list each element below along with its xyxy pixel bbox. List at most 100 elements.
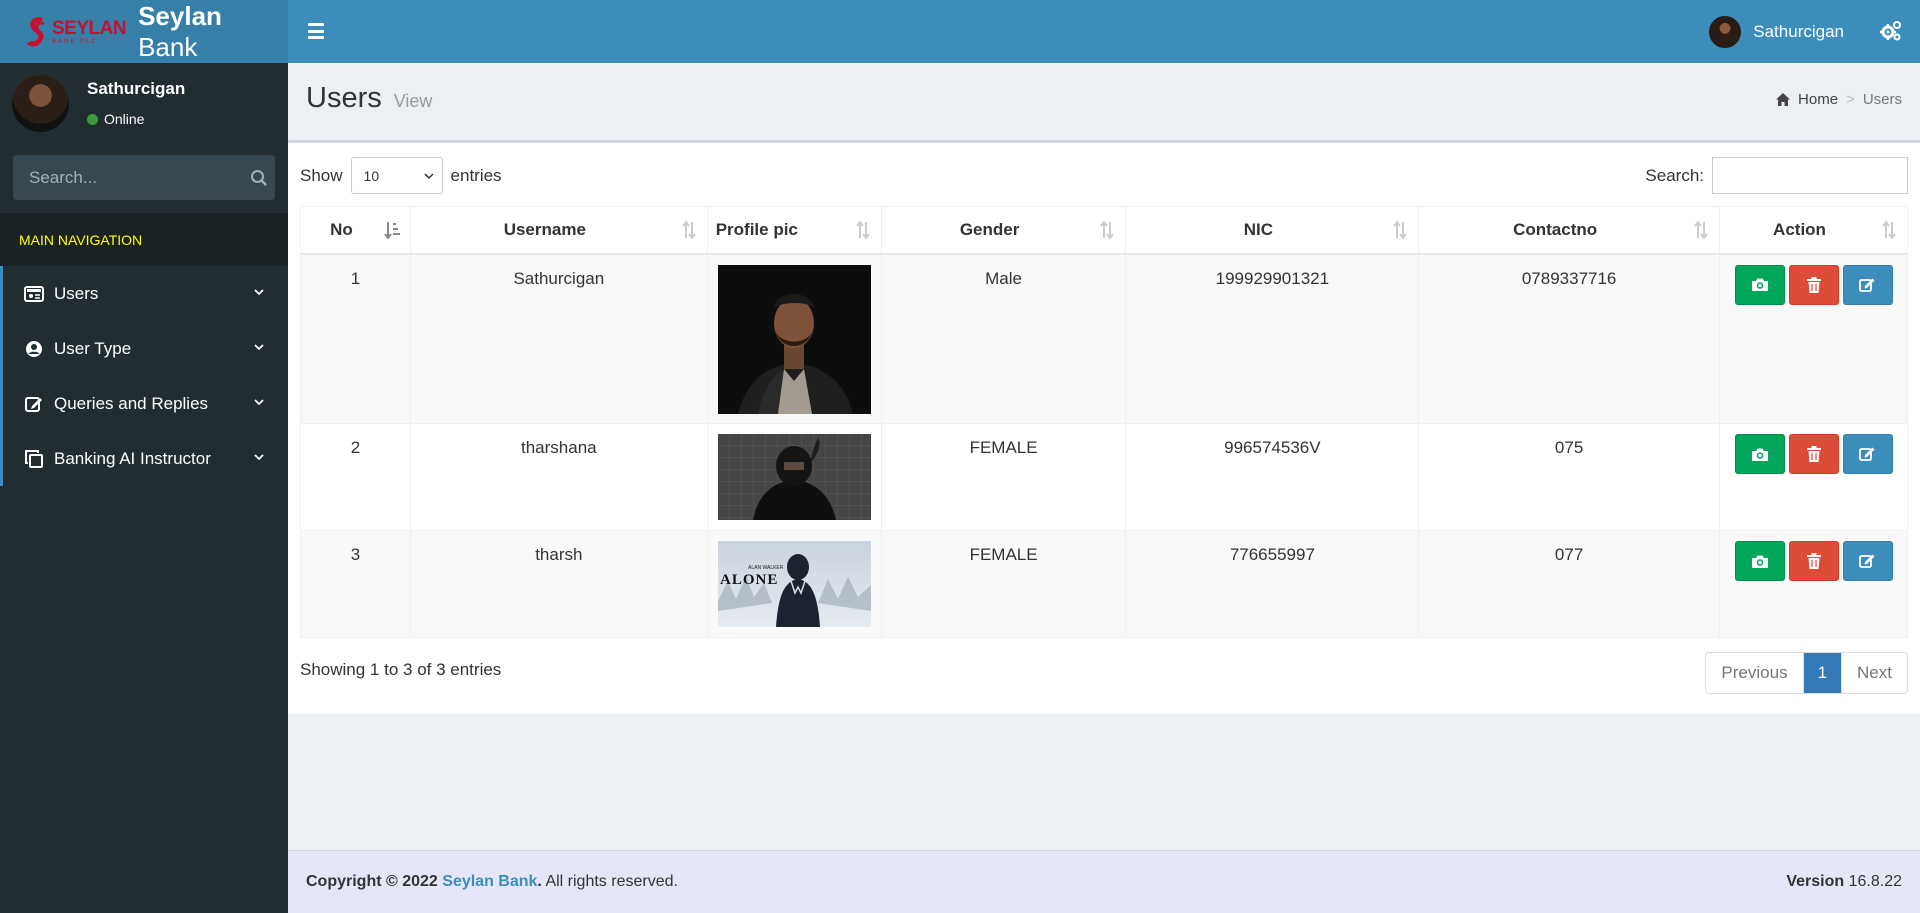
cell-profile-pic xyxy=(706,253,882,424)
column-header-nic[interactable]: NIC xyxy=(1125,206,1420,255)
upload-photo-button[interactable] xyxy=(1734,541,1785,581)
upload-photo-button[interactable] xyxy=(1734,264,1785,305)
table-row: 3 tharsh ALAN WALKER ALONE FEMALE 776655… xyxy=(300,530,1908,638)
cell-nic: 776655997 xyxy=(1125,530,1420,638)
sidebar-user-name: Sathurcigan xyxy=(87,79,186,98)
breadcrumb: Home > Users xyxy=(1776,91,1902,108)
user-menu-name: Sathurcigan xyxy=(1753,22,1844,41)
app-title: Seylan Bank xyxy=(138,0,222,62)
logo-sub: BANK PLC xyxy=(52,38,98,45)
edit-icon xyxy=(23,393,45,415)
column-header-profile-pic[interactable]: Profile pic xyxy=(706,206,882,255)
sidebar-search-input[interactable] xyxy=(29,167,250,188)
length-control: Show 10 entries xyxy=(300,157,502,194)
version: Version 16.8.22 xyxy=(1786,873,1902,891)
breadcrumb-home[interactable]: Home xyxy=(1798,91,1838,108)
sort-asc-icon xyxy=(384,222,400,239)
cell-profile-pic xyxy=(706,423,882,531)
delete-user-button[interactable] xyxy=(1788,541,1839,581)
cell-username: tharshana xyxy=(409,423,708,531)
table-filter: Search: xyxy=(1645,157,1908,194)
user-menu[interactable]: Sathurcigan xyxy=(1709,16,1844,48)
column-header-action[interactable]: Action xyxy=(1719,206,1908,255)
seylan-logo-mark: SEYLAN BANK PLC xyxy=(26,16,127,48)
edit-user-button[interactable] xyxy=(1842,434,1893,474)
sidebar-menu: Users User Type Queries and Replies Bank… xyxy=(0,266,288,486)
previous-page-button[interactable]: Previous xyxy=(1706,653,1803,693)
cell-no: 2 xyxy=(300,423,411,531)
copyright-suffix: All rights reserved. xyxy=(541,873,678,890)
cell-actions xyxy=(1719,253,1908,424)
app-logo[interactable]: SEYLAN BANK PLC Seylan Bank xyxy=(0,0,288,63)
users-box: Show 10 entries Search: No Username Prof… xyxy=(288,140,1920,714)
profile-photo[interactable]: ALAN WALKER ALONE xyxy=(717,541,871,627)
copyright: Copyright © 2022 Seylan Bank. All rights… xyxy=(306,873,678,891)
copyright-prefix: Copyright © 2022 xyxy=(306,873,443,890)
cell-contactno: 075 xyxy=(1418,423,1720,531)
sort-icon xyxy=(1393,221,1408,239)
entries-length-select[interactable]: 10 xyxy=(350,157,443,194)
id-card-icon xyxy=(23,283,45,305)
cell-no: 3 xyxy=(300,530,411,638)
page-1-button[interactable]: 1 xyxy=(1802,653,1842,693)
cell-contactno: 0789337716 xyxy=(1418,253,1720,424)
users-table: No Username Profile pic Gender NIC Conta… xyxy=(300,206,1908,638)
content-header: Users View xyxy=(306,82,432,115)
search-icon[interactable] xyxy=(250,169,268,187)
sidebar-item-queries[interactable]: Queries and Replies xyxy=(0,376,288,431)
version-label: Version xyxy=(1786,873,1845,890)
edit-icon xyxy=(1859,447,1875,461)
upload-photo-button[interactable] xyxy=(1734,434,1785,474)
footer-brand-link[interactable]: Seylan Bank xyxy=(442,873,537,890)
show-label: Show xyxy=(300,165,343,185)
page-title: Users xyxy=(306,82,382,114)
pagination: Previous 1 Next xyxy=(1705,652,1908,694)
cell-actions xyxy=(1719,423,1908,531)
version-value: 16.8.22 xyxy=(1844,873,1902,890)
page-subtitle: View xyxy=(393,91,433,111)
edit-user-button[interactable] xyxy=(1842,264,1893,305)
column-header-contactno[interactable]: Contactno xyxy=(1418,206,1720,255)
table-info: Showing 1 to 3 of 3 entries xyxy=(300,660,502,679)
column-header-username[interactable]: Username xyxy=(409,206,708,255)
sidebar-search xyxy=(13,155,275,200)
sort-icon xyxy=(855,221,870,239)
cell-username: Sathurcigan xyxy=(409,253,708,424)
edit-user-button[interactable] xyxy=(1842,541,1893,581)
status-text: Online xyxy=(104,111,145,127)
search-label: Search: xyxy=(1645,165,1704,185)
sidebar-item-users[interactable]: Users xyxy=(0,266,288,321)
edit-icon xyxy=(1859,278,1875,292)
avatar xyxy=(1709,16,1742,48)
avatar xyxy=(12,75,69,132)
cell-no: 1 xyxy=(300,253,411,424)
sidebar-toggle-icon[interactable] xyxy=(306,20,326,42)
chevron-down-icon xyxy=(254,344,264,351)
copy-icon xyxy=(23,448,45,470)
chevron-down-icon xyxy=(254,289,264,296)
chevron-down-icon xyxy=(424,173,434,180)
profile-photo[interactable] xyxy=(717,434,871,520)
cell-gender: Male xyxy=(880,253,1127,424)
entries-label: entries xyxy=(450,165,502,185)
sidebar-item-banking-ai[interactable]: Banking AI Instructor xyxy=(0,431,288,486)
profile-photo[interactable] xyxy=(717,264,871,414)
cell-contactno: 077 xyxy=(1418,530,1720,638)
gears-icon[interactable] xyxy=(1880,20,1902,42)
length-value: 10 xyxy=(363,167,380,184)
cell-gender: FEMALE xyxy=(880,423,1127,531)
sidebar-item-user-type[interactable]: User Type xyxy=(0,321,288,376)
nav-header: MAIN NAVIGATION xyxy=(0,213,288,266)
column-header-no[interactable]: No xyxy=(300,206,411,255)
column-header-gender[interactable]: Gender xyxy=(880,206,1127,255)
trash-icon xyxy=(1806,553,1821,569)
home-icon xyxy=(1776,93,1791,106)
table-search-input[interactable] xyxy=(1712,157,1908,194)
next-page-button[interactable]: Next xyxy=(1841,653,1907,693)
chevron-down-icon xyxy=(254,399,264,406)
delete-user-button[interactable] xyxy=(1788,434,1839,474)
breadcrumb-separator: > xyxy=(1846,91,1855,108)
cell-nic: 199929901321 xyxy=(1125,253,1420,424)
delete-user-button[interactable] xyxy=(1788,264,1839,305)
trash-icon xyxy=(1806,276,1821,293)
